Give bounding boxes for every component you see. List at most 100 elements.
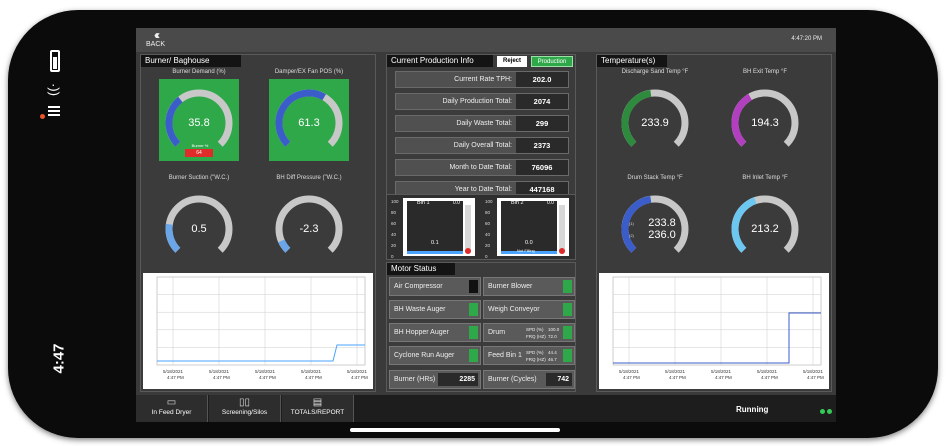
reject-button[interactable]: Reject bbox=[497, 56, 527, 67]
back-chevron-icon: ‹‹‹ bbox=[154, 28, 160, 42]
counter-label: Burner (HRs) bbox=[394, 376, 436, 383]
trend-x-label: 5/18/2021 bbox=[163, 369, 184, 374]
nav-in-feed-dryer[interactable]: ▭ In Feed Dryer bbox=[136, 395, 208, 422]
motor-status-panel: Motor Status Air Compressor BH Waste Auge… bbox=[386, 262, 576, 392]
trend-x-label: 5/18/2021 bbox=[301, 369, 322, 374]
production-button[interactable]: Production bbox=[531, 56, 573, 67]
trend-x-label: 4:47 PM bbox=[305, 375, 322, 380]
bin-name: Bin 2 bbox=[511, 200, 524, 206]
production-row: Daily Production Total: 2074 bbox=[395, 93, 569, 110]
dryer-icon: ▭ bbox=[166, 397, 177, 408]
bin-side-gauge bbox=[465, 205, 471, 253]
gauge: BH Inlet Temp °F 213.2 bbox=[715, 175, 815, 270]
trend-plot-area bbox=[156, 276, 366, 366]
nav-label: Screening/Silos bbox=[221, 409, 268, 416]
gauge: Drum Stack Temp °F 233.8 (1) 236.0 (2) bbox=[605, 175, 705, 270]
recording-dot-icon bbox=[40, 114, 45, 119]
gauge-tag: (2) bbox=[629, 233, 634, 238]
speed-value: 100.0 bbox=[548, 327, 560, 332]
nav-totals-report[interactable]: ▤ TOTALS/REPORT bbox=[282, 395, 354, 422]
gauge-value: 194.3 bbox=[751, 117, 779, 129]
production-row: Month to Date Total: 76096 bbox=[395, 159, 569, 176]
trend-x-label: 4:47 PM bbox=[259, 375, 276, 380]
trend-x-label: 4:47 PM bbox=[715, 375, 732, 380]
bin-scale-label: 100 bbox=[391, 199, 399, 204]
gauge-fill bbox=[278, 239, 291, 253]
bin-scale-label: 60 bbox=[391, 221, 397, 226]
motor-status-row: Air Compressor bbox=[389, 277, 481, 296]
frequency-value: 72.0 bbox=[548, 334, 557, 339]
trend-x-label: 5/18/2021 bbox=[803, 369, 824, 374]
nav-screening-silos[interactable]: ▯▯ Screening/Silos bbox=[209, 395, 281, 422]
gauge-value: 61.3 bbox=[298, 117, 320, 129]
back-button[interactable]: ‹‹‹ BACK bbox=[146, 29, 165, 48]
production-value: 202.0 bbox=[516, 72, 568, 87]
gauge: BH Diff Pressure ("W.C.) -2.3 bbox=[259, 175, 359, 270]
motor-label: Burner Blower bbox=[488, 283, 533, 290]
motor-indicator-icon bbox=[563, 280, 572, 293]
bin-body bbox=[407, 201, 463, 254]
motor-indicator-icon bbox=[563, 326, 572, 339]
nav-label: TOTALS/REPORT bbox=[290, 409, 345, 416]
gauge-value-2: 236.0 bbox=[648, 229, 676, 241]
device-status-bar: ((· 4:47 bbox=[40, 50, 70, 410]
gauge-value: 0.5 bbox=[191, 223, 207, 235]
bin-levels-chart: 100 80 60 40 20 0 Bin 1 0.0 0.1 100 80 60 40 20 0 Bin 2… bbox=[391, 198, 569, 259]
bin-scale-label: 40 bbox=[391, 232, 397, 237]
production-label: Daily Production Total: bbox=[442, 98, 512, 105]
motor-status-row: BH Waste Auger bbox=[389, 300, 481, 319]
bin-scale-label: 0 bbox=[485, 254, 488, 259]
speed-label: SPD (%) bbox=[526, 327, 544, 332]
bin-scale-label: 40 bbox=[485, 232, 491, 237]
frequency-label: FRQ (HZ) bbox=[526, 357, 546, 362]
counter-value: 742 bbox=[546, 373, 572, 386]
motor-label: Air Compressor bbox=[394, 283, 443, 290]
motor-label: Cyclone Run Auger bbox=[394, 352, 455, 359]
production-label: Daily Overall Total: bbox=[453, 142, 512, 149]
speed-label: SPD (%) bbox=[526, 350, 544, 355]
trend-x-label: 5/18/2021 bbox=[711, 369, 732, 374]
trend-x-label: 4:47 PM bbox=[623, 375, 640, 380]
production-row: Daily Overall Total: 2373 bbox=[395, 137, 569, 154]
battery-icon bbox=[50, 50, 60, 72]
motor-indicator-icon bbox=[563, 349, 572, 362]
gauge-badge-label: Burner % bbox=[191, 143, 209, 148]
home-indicator[interactable] bbox=[350, 428, 560, 432]
trend-x-label: 5/18/2021 bbox=[757, 369, 778, 374]
bin-name: Bin 1 bbox=[417, 200, 430, 206]
trend-x-label: 5/18/2021 bbox=[619, 369, 640, 374]
nav-label: In Feed Dryer bbox=[151, 409, 192, 416]
trend-x-label: 4:47 PM bbox=[213, 375, 230, 380]
trend-x-label: 4:47 PM bbox=[351, 375, 368, 380]
bin-scale-label: 60 bbox=[485, 221, 491, 226]
signal-icon bbox=[48, 106, 60, 120]
bin-body bbox=[501, 201, 557, 254]
bin-level-fill bbox=[407, 251, 463, 254]
trend-x-label: 5/18/2021 bbox=[665, 369, 686, 374]
burner-cycles: Burner (Cycles) 742 bbox=[483, 370, 575, 389]
trend-x-label: 4:47 PM bbox=[669, 375, 686, 380]
device-time: 4:47 bbox=[50, 343, 68, 374]
silos-icon: ▯▯ bbox=[238, 397, 250, 408]
production-panel: Current Production Info Reject Productio… bbox=[386, 54, 576, 204]
motor-indicator-icon bbox=[469, 280, 478, 293]
production-label: Current Rate TPH: bbox=[454, 76, 512, 83]
motor-status-row: Feed Bin 1 SPD (%) 44.4 FRQ (HZ) 46.7 bbox=[483, 346, 575, 365]
production-value: 76096 bbox=[516, 160, 568, 175]
phone-frame: ((· 4:47 ‹‹‹ BACK 4:47:20 PM Burner/ Bag… bbox=[8, 10, 938, 438]
production-value: 2074 bbox=[516, 94, 568, 109]
counter-value: 2285 bbox=[438, 373, 478, 386]
trend-plot-area bbox=[612, 276, 822, 366]
bin-scale-label: 20 bbox=[485, 243, 491, 248]
hmi-screen: ‹‹‹ BACK 4:47:20 PM Burner/ Baghouse Bur… bbox=[136, 28, 836, 422]
back-label: BACK bbox=[146, 41, 166, 48]
motor-label: Feed Bin 1 bbox=[488, 352, 522, 359]
production-row: Current Rate TPH: 202.0 bbox=[395, 71, 569, 88]
bin-top-value: 0.0 bbox=[547, 200, 554, 206]
status-indicator-icon bbox=[820, 409, 825, 414]
motor-status-row: BH Hopper Auger bbox=[389, 323, 481, 342]
motor-indicator-icon bbox=[469, 303, 478, 316]
production-panel-title: Current Production Info bbox=[387, 55, 493, 67]
trend-x-label: 4:47 PM bbox=[761, 375, 778, 380]
temperature-panel-title: Temperature(s) bbox=[597, 55, 667, 67]
